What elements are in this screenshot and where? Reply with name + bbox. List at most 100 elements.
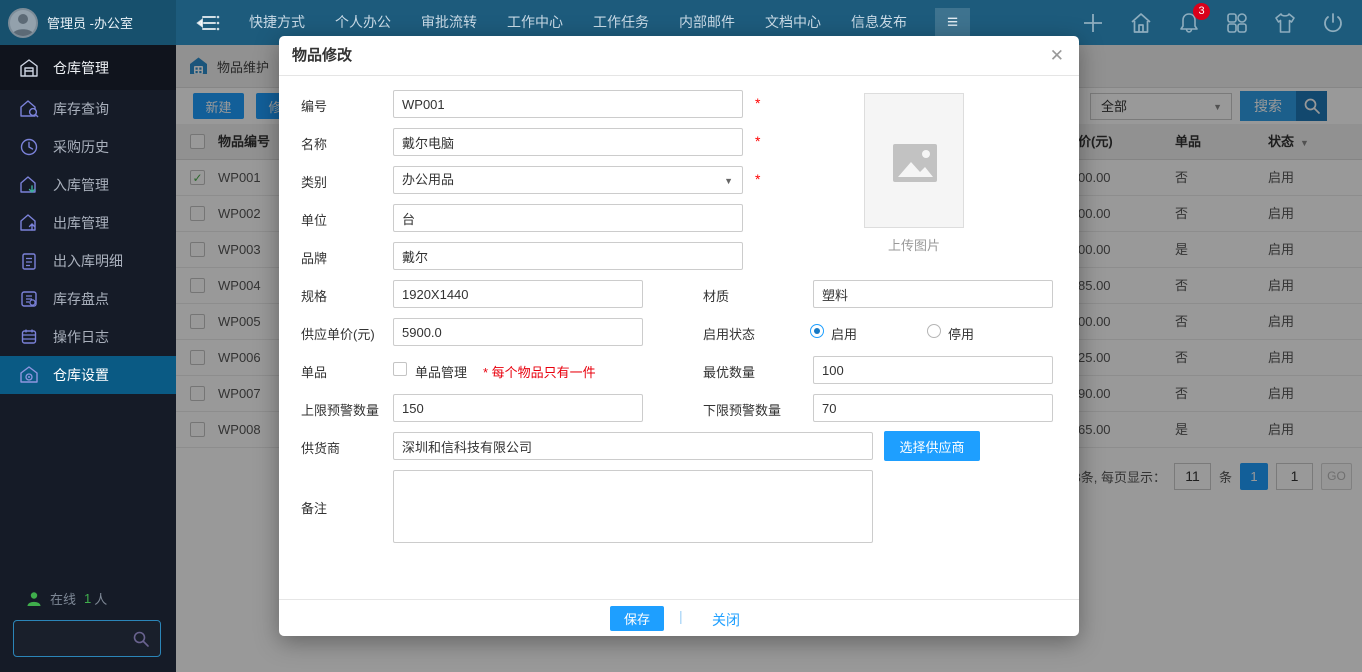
- supplier-input[interactable]: [393, 432, 873, 460]
- sidebar-search-box: [13, 620, 161, 657]
- logout-power-icon[interactable]: [1320, 10, 1346, 36]
- app-root: 管理员 -办公室 快捷方式 个人办公 审批流转 工作中心 工作任务 内部邮件 文…: [0, 0, 1362, 672]
- field-label-single: 单品: [301, 362, 327, 381]
- topbar-user-area[interactable]: 管理员 -办公室: [0, 0, 176, 45]
- field-label-category: 类别: [301, 172, 327, 191]
- user-name: 管理员 -办公室: [47, 13, 133, 32]
- sidebar-module-label: 仓库管理: [53, 58, 109, 78]
- spec-input[interactable]: [393, 280, 643, 308]
- clipboard-icon: [19, 251, 39, 271]
- status-radio-off[interactable]: [927, 324, 941, 338]
- topbar-actions: 3: [1080, 0, 1346, 45]
- unit-input[interactable]: [393, 204, 743, 232]
- required-asterisk: *: [755, 133, 760, 149]
- item-edit-modal: 物品修改 ✕ 编号 * 名称 * 类别 办公用品 ▼ * 单位 品牌: [279, 36, 1079, 636]
- code-input[interactable]: [393, 90, 743, 118]
- sidebar-item-warehouse-settings[interactable]: 仓库设置: [0, 356, 176, 394]
- upload-image-label[interactable]: 上传图片: [864, 235, 964, 254]
- online-status: 在线 1 人: [26, 589, 107, 608]
- add-icon[interactable]: [1080, 10, 1106, 36]
- name-input[interactable]: [393, 128, 743, 156]
- log-icon: [19, 327, 39, 347]
- single-item-hint: * 每个物品只有一件: [483, 362, 596, 381]
- upload-image-box[interactable]: [864, 93, 964, 228]
- sidebar-item-operation-log[interactable]: 操作日志: [0, 318, 176, 356]
- modal-footer: 保存 | 关闭: [279, 599, 1079, 636]
- status-on-label[interactable]: 启用: [831, 324, 857, 343]
- clock-icon: [19, 137, 39, 157]
- brand-input[interactable]: [393, 242, 743, 270]
- field-label-supplier: 供货商: [301, 438, 340, 457]
- upper-limit-input[interactable]: [393, 394, 643, 422]
- field-label-code: 编号: [301, 96, 327, 115]
- online-count: 1: [84, 591, 91, 606]
- field-label-price: 供应单价(元): [301, 324, 375, 343]
- field-label-name: 名称: [301, 134, 327, 153]
- field-label-unit: 单位: [301, 210, 327, 229]
- warehouse-settings-icon: [19, 365, 39, 385]
- required-asterisk: *: [755, 95, 760, 111]
- theme-shirt-icon[interactable]: [1272, 10, 1298, 36]
- notification-badge: 3: [1193, 3, 1210, 20]
- close-icon[interactable]: ✕: [1050, 46, 1064, 66]
- optimal-qty-input[interactable]: [813, 356, 1053, 384]
- sidebar-search-input[interactable]: [20, 625, 130, 652]
- user-avatar-icon[interactable]: [8, 8, 38, 38]
- sidebar-item-inventory-query[interactable]: 库存查询: [0, 90, 176, 128]
- warehouse-icon: [19, 58, 39, 78]
- remark-textarea[interactable]: [393, 470, 873, 543]
- sidebar-item-outbound-mgmt[interactable]: 出库管理: [0, 204, 176, 242]
- house-arrow-out-icon: [19, 213, 39, 233]
- sidebar-module-warehouse[interactable]: 仓库管理: [0, 45, 176, 90]
- modal-title: 物品修改: [279, 36, 1079, 76]
- menu-collapse-icon[interactable]: [194, 10, 220, 36]
- category-selected-value: 办公用品: [402, 172, 454, 187]
- image-placeholder-icon: [893, 144, 937, 182]
- field-label-status: 启用状态: [703, 324, 755, 343]
- price-input[interactable]: [393, 318, 643, 346]
- field-label-material: 材质: [703, 286, 729, 305]
- field-label-optimal: 最优数量: [703, 362, 755, 381]
- sidebar-item-purchase-history[interactable]: 采购历史: [0, 128, 176, 166]
- single-item-checkbox[interactable]: [393, 362, 407, 376]
- status-off-label[interactable]: 停用: [948, 324, 974, 343]
- footer-separator: |: [679, 608, 683, 624]
- save-button[interactable]: 保存: [610, 606, 664, 631]
- sidebar-item-inbound-mgmt[interactable]: 入库管理: [0, 166, 176, 204]
- online-suffix: 人: [94, 589, 107, 608]
- sidebar-item-label: 采购历史: [53, 137, 109, 157]
- required-asterisk: *: [755, 171, 760, 187]
- sidebar-item-stocktake[interactable]: 库存盘点: [0, 280, 176, 318]
- chevron-down-icon: ▼: [724, 167, 733, 195]
- field-label-lower-limit: 下限预警数量: [703, 400, 781, 419]
- sidebar-item-label: 库存盘点: [53, 289, 109, 309]
- select-supplier-button[interactable]: 选择供应商: [884, 431, 980, 461]
- field-label-upper-limit: 上限预警数量: [301, 400, 379, 419]
- sidebar-item-label: 出入库明细: [53, 251, 123, 271]
- person-icon: [10, 10, 36, 36]
- field-label-remark: 备注: [301, 498, 327, 517]
- house-arrow-in-icon: [19, 175, 39, 195]
- online-person-icon: [26, 591, 42, 607]
- lower-limit-input[interactable]: [813, 394, 1053, 422]
- sidebar-item-in-out-detail[interactable]: 出入库明细: [0, 242, 176, 280]
- apps-grid-icon[interactable]: [1224, 10, 1250, 36]
- online-label: 在线: [50, 589, 76, 608]
- sidebar-item-label: 操作日志: [53, 327, 109, 347]
- stocktake-book-icon: [19, 289, 39, 309]
- home-icon[interactable]: [1128, 10, 1154, 36]
- sidebar-item-label: 库存查询: [53, 99, 109, 119]
- inventory-search-icon: [19, 99, 39, 119]
- material-input[interactable]: [813, 280, 1053, 308]
- sidebar-search-icon[interactable]: [132, 630, 150, 648]
- notifications-bell-icon[interactable]: 3: [1176, 10, 1202, 36]
- nav-more-icon[interactable]: ≡: [935, 8, 970, 38]
- status-radio-on[interactable]: [810, 324, 824, 338]
- close-button[interactable]: 关闭: [706, 609, 746, 631]
- sidebar-item-label: 出库管理: [53, 213, 109, 233]
- single-checkbox-label[interactable]: 单品管理: [415, 362, 467, 381]
- field-label-brand: 品牌: [301, 248, 327, 267]
- sidebar: 仓库管理 库存查询 采购历史 入库管理 出库管理: [0, 45, 176, 672]
- sidebar-item-label: 仓库设置: [53, 365, 109, 385]
- category-select[interactable]: 办公用品 ▼: [393, 166, 743, 194]
